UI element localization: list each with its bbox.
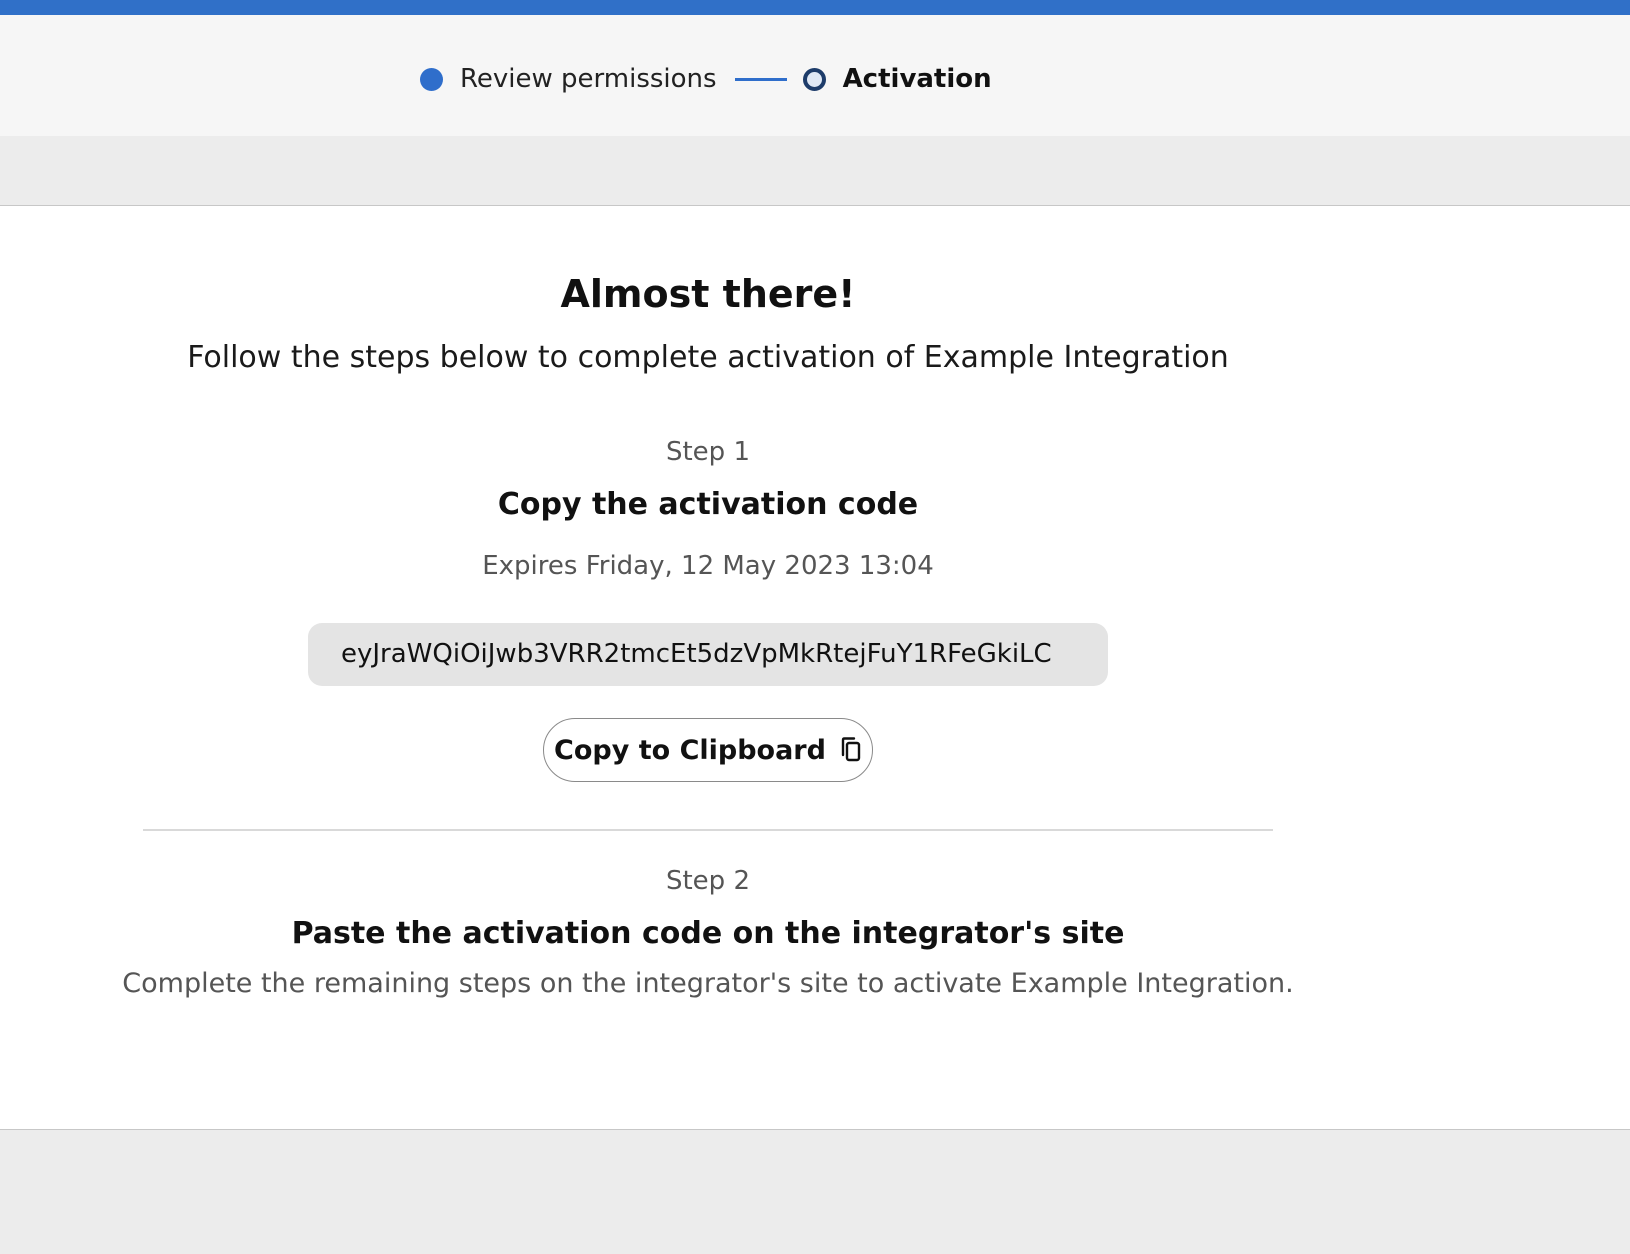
step-connector-line (734, 77, 787, 81)
activation-code-field[interactable]: eyJraWQiOiJwb3VRR2tmcEt5dzVpMkRtejFuY1RF… (308, 623, 1108, 686)
step1-number: Step 1 (665, 437, 750, 467)
progress-stepper: Review permissions Activation (420, 59, 992, 99)
step-activation-label: Activation (842, 64, 992, 94)
step-current-indicator (802, 67, 826, 91)
copy-to-clipboard-button[interactable]: Copy to Clipboard (543, 718, 873, 782)
top-accent-bar (0, 0, 1630, 15)
step-review-permissions-label: Review permissions (460, 64, 717, 94)
copy-icon (840, 737, 862, 763)
expiry-text: Expires Friday, 12 May 2023 13:04 (482, 551, 934, 581)
page-title: Almost there! (560, 272, 856, 316)
section-divider (143, 829, 1273, 831)
step-completed-indicator (420, 67, 443, 91)
stepper-header: Review permissions Activation (0, 15, 1630, 136)
activation-panel: Almost there! Follow the steps below to … (0, 205, 1630, 1130)
copy-button-label: Copy to Clipboard (554, 734, 826, 766)
step2-number: Step 2 (665, 866, 750, 896)
step2-heading: Paste the activation code on the integra… (291, 916, 1125, 951)
page-subtitle: Follow the steps below to complete activ… (187, 340, 1229, 375)
activation-code-value[interactable]: eyJraWQiOiJwb3VRR2tmcEt5dzVpMkRtejFuY1RF… (341, 623, 1075, 686)
step1-heading: Copy the activation code (497, 487, 919, 522)
step2-description: Complete the remaining steps on the inte… (122, 968, 1294, 999)
